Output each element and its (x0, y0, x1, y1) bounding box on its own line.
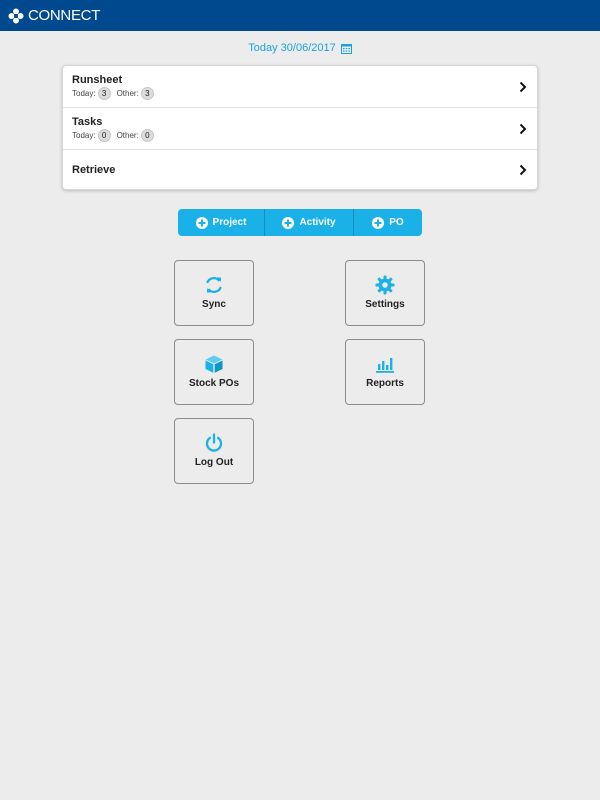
other-count-badge: 3 (140, 87, 154, 100)
plus-circle-icon (195, 216, 208, 229)
list-item-runsheet[interactable]: Runsheet Today: 3 Other: 3 (63, 66, 537, 108)
today-label: Today: (72, 89, 96, 98)
date-label: Today 30/06/2017 (248, 42, 336, 54)
runsheet-counts: Today: 3 Other: 3 (72, 87, 160, 100)
other-label: Other: (116, 89, 139, 98)
calendar-icon[interactable] (340, 43, 352, 54)
bar-chart-icon (375, 354, 395, 374)
reports-button[interactable]: Reports (345, 339, 425, 405)
chevron-right-icon (519, 81, 527, 92)
list-item-tasks[interactable]: Tasks Today: 0 Other: 0 (63, 108, 537, 150)
sync-label: Sync (202, 299, 226, 310)
today-label: Today: (72, 131, 96, 140)
add-actions-bar: Project Activity PO (178, 209, 422, 236)
settings-button[interactable]: Settings (345, 260, 425, 326)
connect-logo-icon (8, 8, 24, 24)
date-selector[interactable]: Today 30/06/2017 (0, 42, 600, 54)
chevron-right-icon (519, 123, 527, 134)
reports-label: Reports (366, 378, 404, 389)
list-item-retrieve[interactable]: Retrieve (63, 150, 537, 189)
power-icon (204, 433, 224, 453)
stock-pos-label: Stock POs (188, 378, 240, 389)
plus-circle-icon (282, 216, 295, 229)
other-count-badge: 0 (140, 129, 154, 142)
app-header: CONNECT (0, 0, 600, 31)
chevron-right-icon (519, 164, 527, 175)
sync-button[interactable]: Sync (174, 260, 254, 326)
summary-list: Runsheet Today: 3 Other: 3 Tasks Today: … (62, 65, 538, 190)
add-po-button[interactable]: PO (354, 209, 422, 236)
plus-circle-icon (372, 216, 385, 229)
logout-button[interactable]: Log Out (174, 418, 254, 484)
today-count-badge: 3 (97, 87, 111, 100)
add-activity-label: Activity (299, 217, 336, 228)
tasks-title: Tasks (72, 116, 103, 128)
settings-label: Settings (365, 299, 405, 310)
add-project-label: Project (212, 217, 247, 228)
logout-label: Log Out (194, 457, 234, 468)
add-po-label: PO (389, 217, 404, 228)
runsheet-title: Runsheet (72, 74, 123, 86)
cube-icon (204, 354, 224, 374)
stock-pos-button[interactable]: Stock POs (174, 339, 254, 405)
tasks-counts: Today: 0 Other: 0 (72, 129, 160, 142)
app-title: CONNECT (28, 7, 101, 24)
retrieve-title: Retrieve (72, 164, 116, 176)
today-count-badge: 0 (97, 129, 111, 142)
gear-icon (375, 275, 395, 295)
sync-icon (204, 275, 224, 295)
other-label: Other: (116, 131, 139, 140)
add-activity-button[interactable]: Activity (265, 209, 354, 236)
add-project-button[interactable]: Project (178, 209, 265, 236)
